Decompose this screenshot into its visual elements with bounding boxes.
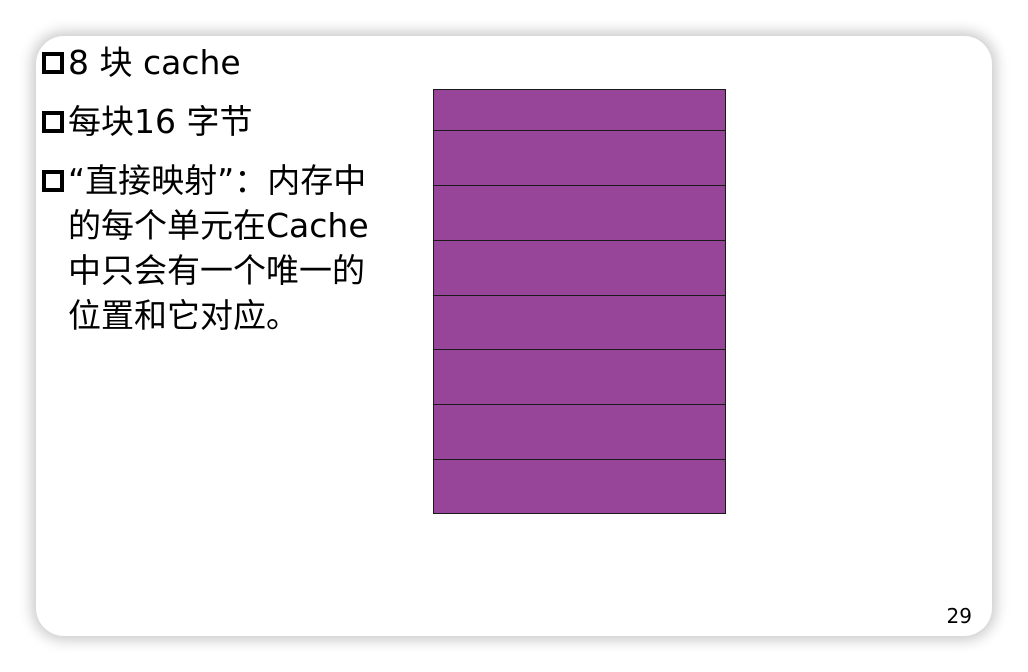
bullet-text: 每块16 字节	[68, 102, 253, 141]
bullet-text: 8 块 cache	[68, 43, 241, 82]
bullet-item-block-count: 8 块 cache	[42, 40, 382, 85]
cache-block-divider	[434, 294, 725, 296]
cache-block-divider	[434, 239, 725, 241]
page-number: 29	[946, 604, 972, 628]
cache-block-divider	[434, 184, 725, 186]
bullet-item-block-size: 每块16 字节	[42, 99, 382, 144]
cache-block-divider	[434, 349, 725, 351]
cache-block-divider	[434, 459, 725, 461]
slide: 8 块 cache 每块16 字节 “直接映射”：内存中的每个单元在Cache中…	[36, 36, 992, 636]
square-bullet-icon	[42, 170, 64, 192]
cache-block-divider	[434, 130, 725, 131]
cache-block-divider	[434, 404, 725, 406]
bullet-item-direct-mapping: “直接映射”：内存中的每个单元在Cache中只会有一个唯一的位置和它对应。	[42, 158, 382, 338]
square-bullet-icon	[42, 52, 64, 74]
bullet-text: “直接映射”：内存中的每个单元在Cache中只会有一个唯一的位置和它对应。	[68, 161, 369, 335]
cache-blocks-diagram	[433, 89, 726, 514]
bullet-list: 8 块 cache 每块16 字节 “直接映射”：内存中的每个单元在Cache中…	[42, 40, 382, 338]
square-bullet-icon	[42, 111, 64, 133]
